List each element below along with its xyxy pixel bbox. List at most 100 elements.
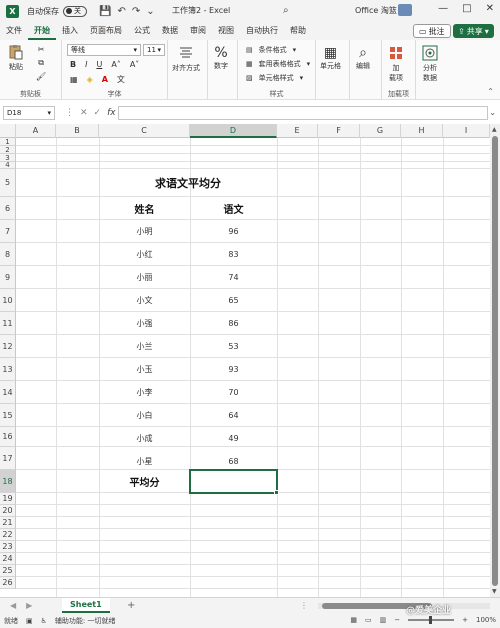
row-header-19[interactable]: 19	[0, 493, 16, 505]
tab-automate[interactable]: 自动执行	[240, 22, 284, 40]
row-header-22[interactable]: 22	[0, 529, 16, 541]
score-cell[interactable]: 74	[190, 266, 277, 289]
scroll-down-icon[interactable]: ▼	[492, 588, 497, 595]
student-name-cell[interactable]: 小白	[99, 404, 190, 427]
row-header-23[interactable]: 23	[0, 541, 16, 553]
phonetic-icon[interactable]: 文	[117, 74, 125, 85]
score-cell[interactable]: 65	[190, 289, 277, 312]
row-header-8[interactable]: 8	[0, 243, 16, 266]
save-icon[interactable]: 💾	[99, 6, 111, 17]
font-shrink-icon[interactable]: A˅	[130, 60, 139, 69]
format-painter-icon[interactable]: 🖌	[36, 72, 46, 81]
share-button[interactable]: ⇪ 共享 ▾	[453, 24, 494, 38]
score-cell[interactable]: 96	[190, 220, 277, 243]
avatar[interactable]	[398, 4, 412, 16]
row-header-1[interactable]: 1	[0, 138, 16, 146]
column-header-d[interactable]: D	[190, 124, 277, 138]
score-cell[interactable]: 53	[190, 335, 277, 358]
cut-icon[interactable]: ✂	[38, 45, 45, 54]
copy-icon[interactable]: ⧉	[38, 58, 44, 68]
zoom-slider[interactable]	[408, 616, 455, 624]
row-header-5[interactable]: 5	[0, 169, 16, 197]
zoom-knob[interactable]	[429, 616, 433, 624]
expand-formula-icon[interactable]: ⌄	[489, 108, 496, 117]
add-sheet-button[interactable]: +	[127, 600, 135, 611]
student-name-cell[interactable]: 小红	[99, 243, 190, 266]
fill-handle[interactable]	[274, 490, 279, 495]
user-name[interactable]: Office 淘篮	[355, 5, 397, 16]
formula-input[interactable]	[118, 106, 488, 120]
column-header-b[interactable]: B	[56, 124, 99, 138]
row-header-21[interactable]: 21	[0, 517, 16, 529]
comment-button[interactable]: ▭ 批注	[413, 24, 451, 38]
row-header-15[interactable]: 15	[0, 404, 16, 427]
student-name-cell[interactable]: 小丽	[99, 266, 190, 289]
row-header-16[interactable]: 16	[0, 427, 16, 447]
collapse-ribbon-icon[interactable]: ⌃	[487, 87, 494, 96]
enter-icon[interactable]: ✓	[94, 108, 102, 118]
score-cell[interactable]: 70	[190, 381, 277, 404]
row-header-13[interactable]: 13	[0, 358, 16, 381]
worksheet-grid[interactable]: A B C D E F G H I 1 2 3 4 5 6 7 8 9 10 11 12 13 14 15 1…	[0, 124, 490, 597]
undo-icon[interactable]: ↶	[117, 6, 125, 17]
tab-file[interactable]: 文件	[0, 22, 28, 40]
number-button[interactable]: % 数字	[214, 45, 228, 71]
header-score[interactable]: 语文	[190, 197, 277, 220]
row-header-18[interactable]: 18	[0, 470, 16, 493]
score-cell[interactable]: 64	[190, 404, 277, 427]
tab-insert[interactable]: 插入	[56, 22, 84, 40]
column-header-i[interactable]: I	[443, 124, 490, 138]
row-header-14[interactable]: 14	[0, 381, 16, 404]
column-header-c[interactable]: C	[99, 124, 190, 138]
italic-button[interactable]: I	[85, 60, 87, 69]
zoom-level[interactable]: 100%	[476, 616, 496, 624]
paste-button[interactable]: 粘贴	[8, 44, 24, 72]
conditional-format-button[interactable]: ▤ 条件格式 ▾	[246, 45, 296, 55]
student-name-cell[interactable]: 小强	[99, 312, 190, 335]
avg-label[interactable]: 平均分	[99, 470, 190, 493]
row-header-12[interactable]: 12	[0, 335, 16, 358]
tab-view[interactable]: 视图	[212, 22, 240, 40]
row-header-9[interactable]: 9	[0, 266, 16, 289]
cell-style-button[interactable]: ▨ 单元格样式 ▾	[246, 73, 303, 83]
underline-button[interactable]: U	[96, 60, 102, 69]
font-name-select[interactable]: 等线 ▾	[67, 44, 141, 56]
cells-button[interactable]: ▦ 单元格	[320, 45, 341, 71]
cancel-icon[interactable]: ✕	[80, 108, 88, 118]
tab-page-layout[interactable]: 页面布局	[84, 22, 128, 40]
vertical-scrollbar[interactable]: ▲ ▼	[490, 124, 500, 597]
macro-record-icon[interactable]: ▣	[26, 617, 33, 625]
minimize-button[interactable]: —	[438, 3, 448, 14]
bold-button[interactable]: B	[70, 60, 76, 69]
column-header-e[interactable]: E	[277, 124, 318, 138]
vertical-scroll-thumb[interactable]	[492, 136, 498, 586]
student-name-cell[interactable]: 小明	[99, 220, 190, 243]
borders-icon[interactable]: ▦	[70, 75, 78, 84]
tab-data[interactable]: 数据	[156, 22, 184, 40]
table-title[interactable]: 求语文平均分	[99, 169, 277, 197]
zoom-in-icon[interactable]: +	[462, 616, 468, 624]
student-name-cell[interactable]: 小李	[99, 381, 190, 404]
score-cell[interactable]: 49	[190, 427, 277, 450]
tab-home[interactable]: 开始	[28, 22, 56, 40]
row-header-6[interactable]: 6	[0, 197, 16, 220]
row-header-11[interactable]: 11	[0, 312, 16, 335]
customize-qat-icon[interactable]: ⌄	[146, 6, 154, 17]
row-header-20[interactable]: 20	[0, 505, 16, 517]
tab-review[interactable]: 审阅	[184, 22, 212, 40]
tab-formulas[interactable]: 公式	[128, 22, 156, 40]
row-header-7[interactable]: 7	[0, 220, 16, 243]
autosave-toggle[interactable]: 关	[63, 5, 87, 17]
row-header-17[interactable]: 17	[0, 447, 16, 470]
row-header-25[interactable]: 25	[0, 565, 16, 577]
row-header-10[interactable]: 10	[0, 289, 16, 312]
accessibility-status[interactable]: 辅助功能: 一切就绪	[55, 616, 116, 626]
row-header-26[interactable]: 26	[0, 577, 16, 589]
analyze-data-button[interactable]: 分析 数据	[422, 45, 438, 83]
tab-help[interactable]: 帮助	[284, 22, 312, 40]
page-layout-view-icon[interactable]: ▭	[365, 616, 372, 624]
maximize-button[interactable]: □	[462, 3, 471, 14]
font-size-select[interactable]: 11 ▾	[143, 44, 165, 56]
close-button[interactable]: ✕	[486, 3, 494, 14]
scroll-up-icon[interactable]: ▲	[492, 126, 497, 133]
